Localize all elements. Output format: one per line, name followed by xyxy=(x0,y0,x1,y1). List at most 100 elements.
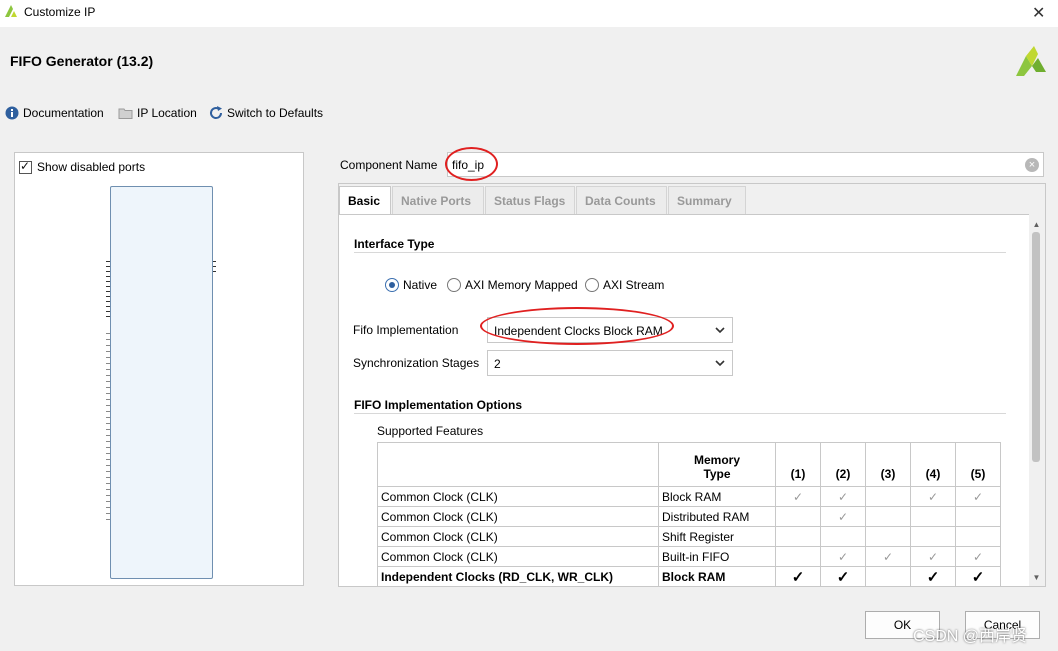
radio-axi-stream-button[interactable] xyxy=(585,278,599,292)
check-mark-icon: ✓ xyxy=(775,486,821,507)
table-cell-memory: Block RAM xyxy=(658,486,776,507)
documentation-label: Documentation xyxy=(23,106,104,120)
xilinx-logo-icon xyxy=(1016,46,1046,76)
left-port-pins-disabled xyxy=(106,333,110,523)
table-row: Common Clock (CLK) Built-in FIFO ✓ ✓ ✓ ✓ xyxy=(377,546,1001,567)
component-name-input[interactable]: fifo_ip × xyxy=(447,152,1044,177)
table-cell-feature: Common Clock (CLK) xyxy=(377,506,659,527)
show-disabled-ports-checkbox[interactable] xyxy=(19,159,32,174)
switch-to-defaults-label: Switch to Defaults xyxy=(227,106,324,120)
table-header-col: (2) xyxy=(820,442,866,487)
scroll-down-icon[interactable]: ▼ xyxy=(1032,573,1041,582)
supported-features-table: Memory Type (1) (2) (3) (4) (5) Common Cl… xyxy=(377,442,1001,586)
table-row: Common Clock (CLK) Block RAM ✓ ✓ ✓ ✓ xyxy=(377,486,1001,507)
check-mark-icon xyxy=(910,506,956,527)
table-cell-feature: Common Clock (CLK) xyxy=(377,546,659,567)
scrollbar-thumb[interactable] xyxy=(1032,232,1040,462)
close-icon[interactable]: ✕ xyxy=(1032,3,1045,23)
check-mark-icon: ✓ xyxy=(955,546,1001,567)
ip-location-button[interactable]: IP Location xyxy=(118,105,197,121)
check-mark-icon xyxy=(865,566,911,586)
check-mark-icon xyxy=(955,506,1001,527)
check-mark-icon xyxy=(775,506,821,527)
window-titlebar: Customize IP ✕ xyxy=(0,0,1058,27)
left-port-pins xyxy=(106,261,110,319)
interface-type-title: Interface Type xyxy=(354,237,435,251)
basic-tab-panel: Interface Type Native AXI Memory Mapped … xyxy=(339,214,1029,586)
check-mark-icon xyxy=(775,546,821,567)
check-mark-icon: ✓ xyxy=(775,566,821,586)
radio-native-label: Native xyxy=(403,278,438,292)
section-divider xyxy=(354,413,1006,414)
check-mark-icon xyxy=(910,526,956,547)
tab-native-ports[interactable]: Native Ports xyxy=(392,186,484,214)
table-row: Common Clock (CLK) Distributed RAM ✓ xyxy=(377,506,1001,527)
check-mark-icon: ✓ xyxy=(820,506,866,527)
radio-axi-stream[interactable]: AXI Stream xyxy=(585,278,664,292)
table-row: Independent Clocks (RD_CLK, WR_CLK) Bloc… xyxy=(377,566,1001,586)
table-header-row: Memory Type (1) (2) (3) (4) (5) xyxy=(377,442,1001,487)
refresh-icon xyxy=(210,106,223,119)
page-title: FIFO Generator (13.2) xyxy=(10,53,154,69)
table-row: Common Clock (CLK) Shift Register xyxy=(377,526,1001,547)
fifo-implementation-options-title: FIFO Implementation Options xyxy=(354,398,522,412)
table-cell-memory: Distributed RAM xyxy=(658,506,776,527)
window-title: Customize IP xyxy=(24,5,96,19)
table-cell-memory: Shift Register xyxy=(658,526,776,547)
annotation-circle-component-name xyxy=(445,147,498,181)
synchronization-stages-select[interactable]: 2 xyxy=(487,350,733,376)
check-mark-icon xyxy=(820,526,866,547)
radio-axi-memory-mapped-label: AXI Memory Mapped xyxy=(465,278,578,292)
check-mark-icon xyxy=(955,526,1001,547)
ip-symbol-block xyxy=(110,186,213,579)
check-mark-icon xyxy=(865,486,911,507)
ip-location-label: IP Location xyxy=(137,106,197,120)
synchronization-stages-label: Synchronization Stages xyxy=(353,356,480,370)
check-mark-icon: ✓ xyxy=(955,486,1001,507)
show-disabled-ports-toggle[interactable]: Show disabled ports xyxy=(19,159,145,174)
documentation-button[interactable]: Documentation xyxy=(5,105,104,121)
tab-basic[interactable]: Basic xyxy=(339,186,391,214)
synchronization-stages-value: 2 xyxy=(494,357,501,371)
radio-axi-memory-mapped[interactable]: AXI Memory Mapped xyxy=(447,278,578,292)
table-header-feature xyxy=(377,442,659,487)
check-mark-icon xyxy=(865,506,911,527)
clear-icon[interactable]: × xyxy=(1025,158,1039,172)
tab-status-flags[interactable]: Status Flags xyxy=(485,186,575,214)
check-mark-icon: ✓ xyxy=(955,566,1001,586)
switch-to-defaults-button[interactable]: Switch to Defaults xyxy=(209,105,323,121)
scroll-up-icon[interactable]: ▲ xyxy=(1032,220,1041,229)
table-header-col: (4) xyxy=(910,442,956,487)
vertical-scrollbar[interactable]: ▲ ▼ xyxy=(1029,217,1044,585)
radio-native[interactable]: Native xyxy=(385,278,437,292)
check-mark-icon: ✓ xyxy=(820,566,866,586)
vivado-logo-icon xyxy=(5,5,17,17)
radio-native-button[interactable] xyxy=(385,278,399,292)
tab-data-counts[interactable]: Data Counts xyxy=(576,186,667,214)
check-mark-icon: ✓ xyxy=(820,546,866,567)
component-name-label: Component Name xyxy=(340,158,438,172)
check-mark-icon xyxy=(865,526,911,547)
check-mark-icon: ✓ xyxy=(910,486,956,507)
table-header-col: (5) xyxy=(955,442,1001,487)
annotation-circle-fifo-implementation xyxy=(480,307,674,345)
chevron-down-icon xyxy=(715,327,725,334)
fifo-implementation-label: Fifo Implementation xyxy=(353,323,459,337)
tab-summary[interactable]: Summary xyxy=(668,186,746,214)
radio-axi-memory-mapped-button[interactable] xyxy=(447,278,461,292)
check-mark-icon: ✓ xyxy=(820,486,866,507)
table-header-col: (1) xyxy=(775,442,821,487)
table-header-memory-type: Memory Type xyxy=(658,442,776,487)
chevron-down-icon xyxy=(715,360,725,367)
right-port-pins xyxy=(213,261,216,273)
table-cell-feature: Independent Clocks (RD_CLK, WR_CLK) xyxy=(377,566,659,586)
table-cell-feature: Common Clock (CLK) xyxy=(377,526,659,547)
ip-symbol-panel: Show disabled ports xyxy=(14,152,304,586)
watermark-text: CSDN @西岸贤 xyxy=(913,628,1028,645)
info-icon xyxy=(5,106,19,120)
section-divider xyxy=(354,252,1006,253)
check-mark-icon: ✓ xyxy=(865,546,911,567)
table-header-col: (3) xyxy=(865,442,911,487)
check-mark-icon: ✓ xyxy=(910,546,956,567)
radio-axi-stream-label: AXI Stream xyxy=(603,278,665,292)
